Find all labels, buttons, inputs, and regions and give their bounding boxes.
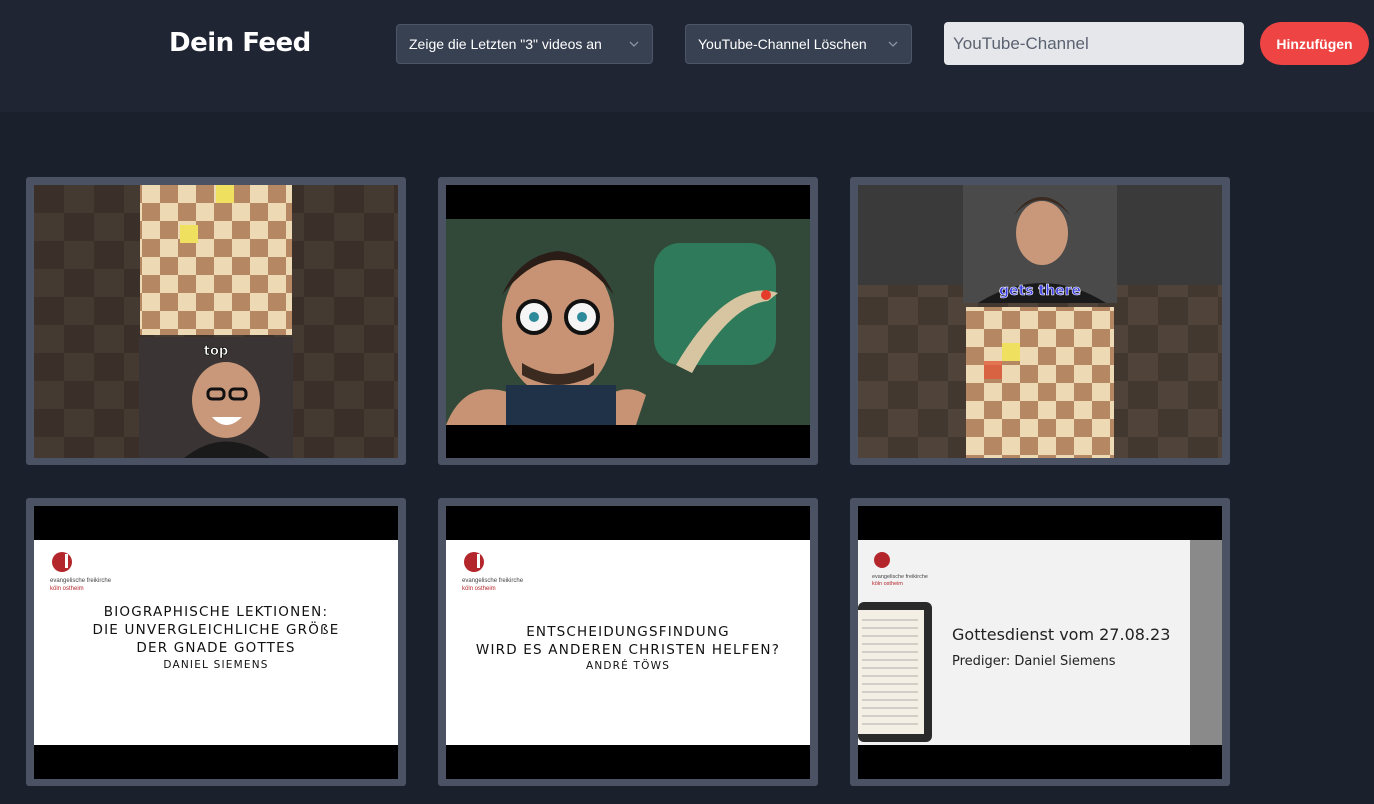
slide-line: DER GNADE GOTTES xyxy=(136,640,295,656)
church-logo-text: evangelische freikirche xyxy=(50,578,112,584)
channel-input[interactable] xyxy=(944,22,1244,65)
church-logo-icon xyxy=(464,552,484,572)
slide-speaker: ANDRÉ TÖWS xyxy=(586,659,670,672)
overlay-caption: gets there xyxy=(999,283,1081,299)
chevron-down-icon xyxy=(629,41,639,47)
slide-speaker: DANIEL SIEMENS xyxy=(163,659,268,671)
video-thumbnail[interactable]: evangelische freikirche köln ostheim BIO… xyxy=(34,506,398,779)
slide-line: BIOGRAPHISCHE LEKTIONEN: xyxy=(104,604,328,620)
fish-reaction-thumbnail xyxy=(446,185,810,458)
slide-line: WIRD ES ANDEREN CHRISTEN HELFEN? xyxy=(476,642,780,658)
church-logo-text: evangelische freikirche xyxy=(462,578,524,584)
video-card[interactable] xyxy=(438,177,818,465)
church-logo-icon xyxy=(52,552,72,572)
sermon-slide-thumbnail: evangelische freikirche köln ostheim ENT… xyxy=(446,506,810,779)
service-title: Gottesdienst vom 27.08.23 xyxy=(952,625,1170,644)
delete-channel-select-label: YouTube-Channel Löschen xyxy=(698,36,867,52)
video-card[interactable]: gets there xyxy=(850,177,1230,465)
sermon-slide-thumbnail: evangelische freikirche köln ostheim BIO… xyxy=(34,506,398,779)
add-channel-button[interactable]: Hinzufügen xyxy=(1260,22,1369,65)
chess-stream-thumbnail: top xyxy=(34,185,398,458)
overlay-caption: top xyxy=(204,344,228,359)
church-logo-icon xyxy=(874,552,890,568)
video-thumbnail[interactable] xyxy=(446,185,810,458)
chevron-down-icon xyxy=(888,41,898,47)
chess-webcam-thumbnail: gets there xyxy=(858,185,1222,458)
video-count-select[interactable]: Zeige die Letzten "3" videos an xyxy=(396,24,653,64)
church-logo-subtext: köln ostheim xyxy=(462,586,496,592)
page-title: Dein Feed xyxy=(169,28,311,58)
church-logo-subtext: köln ostheim xyxy=(872,581,903,587)
video-card[interactable]: top xyxy=(26,177,406,465)
video-thumbnail[interactable]: top xyxy=(34,185,398,458)
church-logo-text: evangelische freikirche xyxy=(872,574,928,580)
video-card[interactable]: evangelische freikirche köln ostheim BIO… xyxy=(26,498,406,786)
service-preacher: Prediger: Daniel Siemens xyxy=(952,654,1116,669)
top-bar: Dein Feed Zeige die Letzten "3" videos a… xyxy=(0,0,1374,112)
church-logo-subtext: köln ostheim xyxy=(50,586,84,592)
video-thumbnail[interactable]: evangelische freikirche köln ostheim ENT… xyxy=(446,506,810,779)
video-thumbnail[interactable]: evangelische freikirche köln ostheim Got… xyxy=(858,506,1222,779)
video-count-select-label: Zeige die Letzten "3" videos an xyxy=(409,36,602,52)
slide-line: DIE UNVERGLEICHLICHE GRÖßE xyxy=(93,620,340,638)
slide-line: ENTSCHEIDUNGSFINDUNG xyxy=(526,624,730,640)
video-card[interactable]: evangelische freikirche köln ostheim ENT… xyxy=(438,498,818,786)
service-slide-thumbnail: evangelische freikirche köln ostheim Got… xyxy=(858,506,1222,779)
video-card[interactable]: evangelische freikirche köln ostheim Got… xyxy=(850,498,1230,786)
delete-channel-select[interactable]: YouTube-Channel Löschen xyxy=(685,24,912,64)
video-thumbnail[interactable]: gets there xyxy=(858,185,1222,458)
